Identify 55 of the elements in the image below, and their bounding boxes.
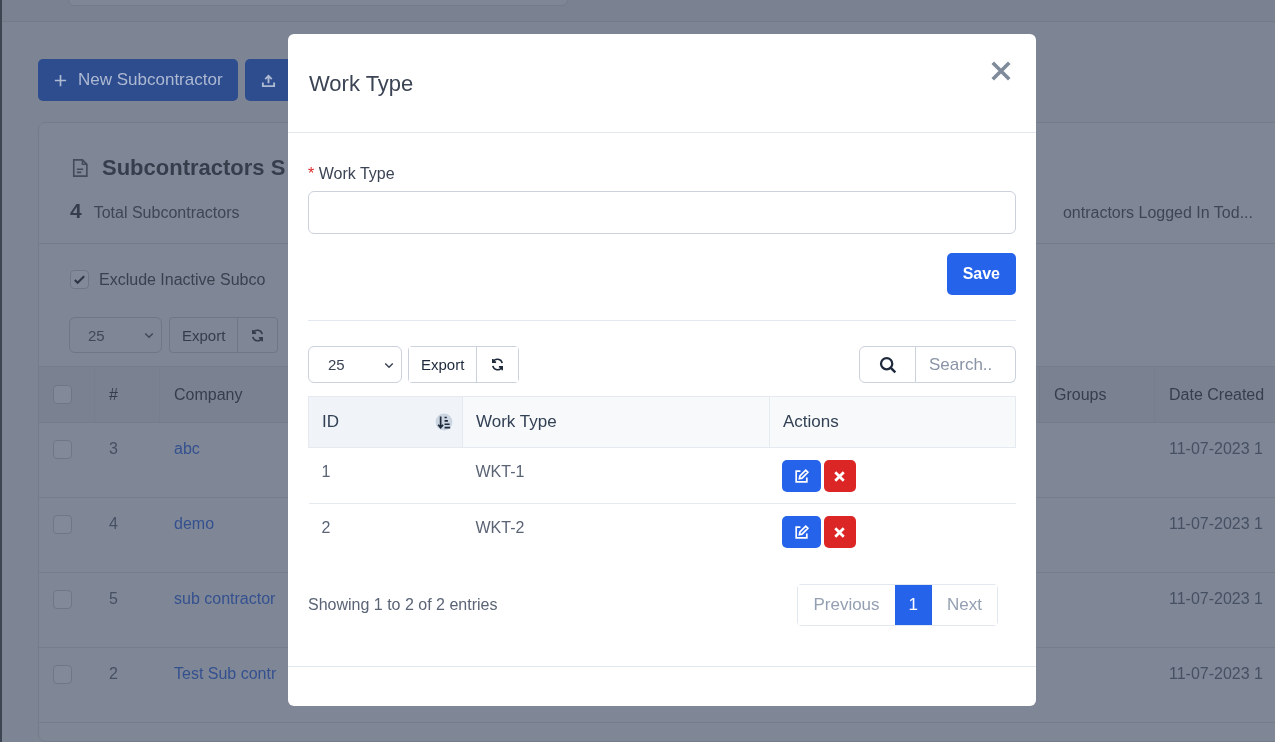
table-cell: 2 [109,665,118,682]
stat-count: 4 [70,199,82,223]
edit-button[interactable] [781,516,821,548]
company-link[interactable]: sub contractor [174,590,276,607]
table-cell: WKT-2 [462,503,770,560]
column-header: Date Created [1169,385,1265,404]
delete-button[interactable] [823,460,856,492]
search-button[interactable] [859,346,916,383]
entries-info: Showing 1 to 2 of 2 entries [308,595,498,614]
table-cell: 5 [109,590,118,607]
document-icon [70,157,90,179]
modal-title: Work Type [309,70,414,97]
close-button[interactable] [990,60,1012,82]
table-cell: 11-07-2023 1 [1169,590,1263,607]
checkbox-label: Exclude Inactive Subco [99,270,266,289]
company-link[interactable]: abc [174,440,200,457]
column-header[interactable]: Actions [769,396,1016,448]
edit-icon [792,467,810,485]
company-link[interactable]: Test Sub contr [174,665,277,682]
refresh-icon [250,327,266,343]
page-link[interactable]: 1 [894,584,933,625]
table-cell: 2 [308,503,463,560]
table-cell: 4 [109,515,118,532]
edit-icon [792,523,810,541]
table-cell: 1 [308,447,463,504]
refresh-icon [490,357,506,372]
table-cell: 11-07-2023 1 [1169,665,1263,682]
checkbox[interactable] [70,270,89,289]
page-size-select[interactable]: 25 [69,317,162,353]
stat-label: Total Subcontractors [93,204,240,222]
company-link[interactable]: demo [174,515,215,532]
sort-icon [435,413,453,431]
column-header[interactable]: ID [308,396,463,448]
upload-icon [260,72,276,88]
stat-label: ontractors Logged In Tod... [1062,204,1253,222]
column-header: Groups [1054,385,1107,404]
new-subcontractor-button[interactable]: New Subcontractor [38,59,238,101]
table-cell: WKT-1 [462,447,770,504]
search-icon [878,355,897,374]
column-header[interactable]: Work Type [462,396,770,448]
column-header: # [109,385,118,404]
plus-icon [53,72,68,88]
table-cell: 11-07-2023 1 [1169,515,1263,532]
table-cell: 3 [109,440,118,457]
search-field[interactable]: Search.. [916,346,1016,383]
close-icon [990,60,1012,82]
delete-button[interactable] [823,516,856,548]
table-cell: 11-07-2023 1 [1169,440,1263,457]
page-size-select[interactable]: 25 [308,346,402,383]
save-button[interactable]: Save [946,253,1016,295]
field-label: * Work Type [308,165,396,183]
column-header: Company [174,385,243,404]
card-title: Subcontractors S [102,155,286,181]
edit-button[interactable] [781,460,821,492]
work-type-input[interactable] [308,191,1016,234]
